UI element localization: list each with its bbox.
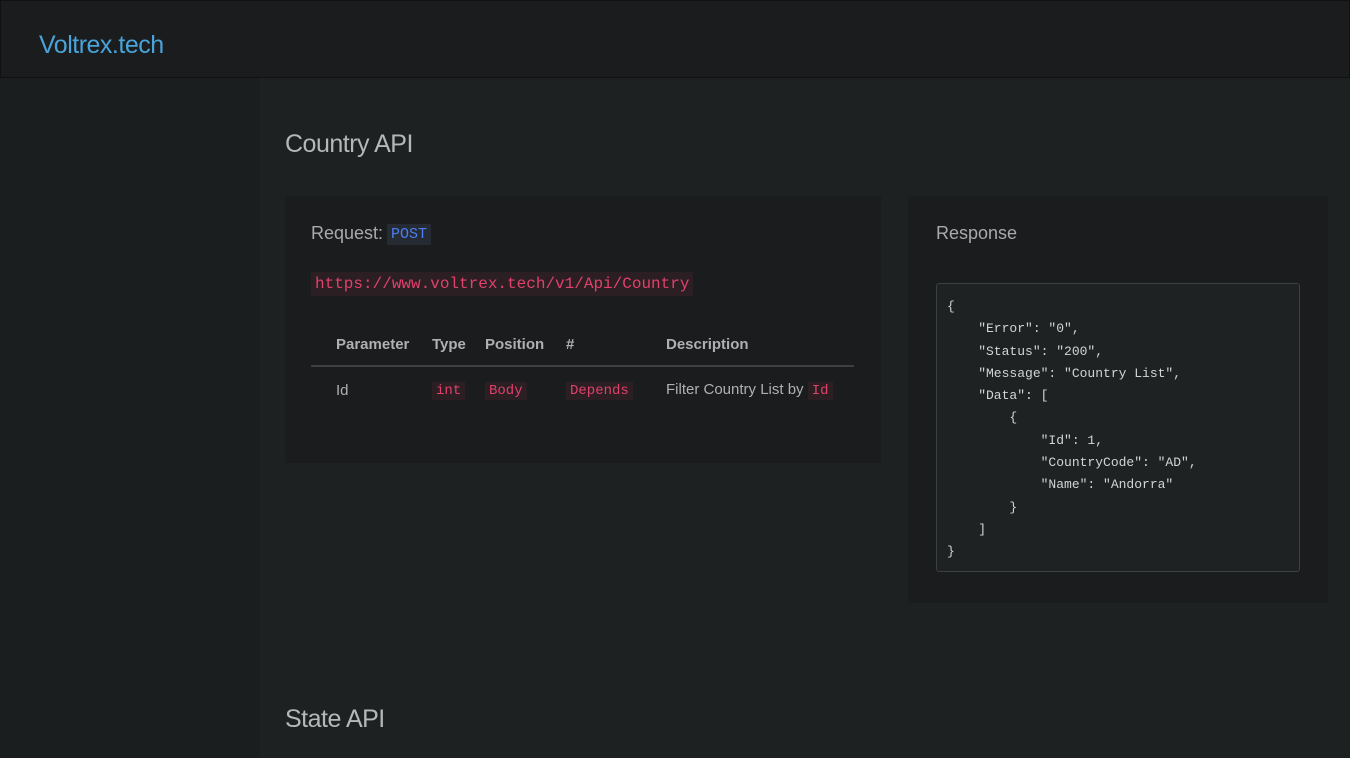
- response-panel: Response { "Error": "0", "Status": "200"…: [908, 196, 1328, 603]
- column-header-position: Position: [485, 336, 566, 367]
- response-label: Response: [936, 223, 1018, 243]
- main-content: Country API Request: POST https://www.vol…: [260, 78, 1350, 758]
- section-title-state-api: State API: [285, 705, 385, 733]
- param-description-cell: Filter Country List by Id: [666, 366, 854, 400]
- param-position-code: Body: [485, 382, 527, 400]
- param-required-code: Depends: [566, 382, 633, 400]
- param-type-code: int: [432, 382, 466, 400]
- param-type-cell: int: [432, 366, 485, 400]
- brand-logo-link[interactable]: Voltrex.tech: [39, 31, 164, 60]
- request-panel: Request: POST https://www.voltrex.tech/v1…: [285, 196, 881, 463]
- column-header-required: #: [566, 336, 666, 367]
- param-description-text: Filter Country List by: [666, 381, 804, 398]
- param-description-code: Id: [807, 382, 833, 400]
- response-code-block: { "Error": "0", "Status": "200", "Messag…: [936, 283, 1300, 572]
- request-label: Request:: [311, 223, 384, 243]
- request-label-row: Request: POST: [311, 223, 432, 245]
- column-header-type: Type: [432, 336, 485, 367]
- endpoint-url: https://www.voltrex.tech/v1/Api/Country: [311, 272, 694, 296]
- table-row: Id int Body Depends Filter Country List …: [311, 366, 854, 400]
- sidebar: [0, 78, 260, 758]
- http-method-badge: POST: [387, 224, 432, 245]
- top-navbar: Voltrex.tech: [0, 0, 1350, 78]
- column-header-description: Description: [666, 336, 854, 367]
- section-title-country-api: Country API: [285, 130, 413, 158]
- column-header-parameter: Parameter: [311, 336, 432, 367]
- parameters-table: Parameter Type Position # Description Id…: [311, 336, 854, 400]
- param-name-cell: Id: [336, 382, 349, 399]
- response-json: { "Error": "0", "Status": "200", "Messag…: [947, 299, 1197, 560]
- param-position-cell: Body: [485, 366, 566, 400]
- param-required-cell: Depends: [566, 366, 666, 400]
- table-header-row: Parameter Type Position # Description: [311, 336, 854, 367]
